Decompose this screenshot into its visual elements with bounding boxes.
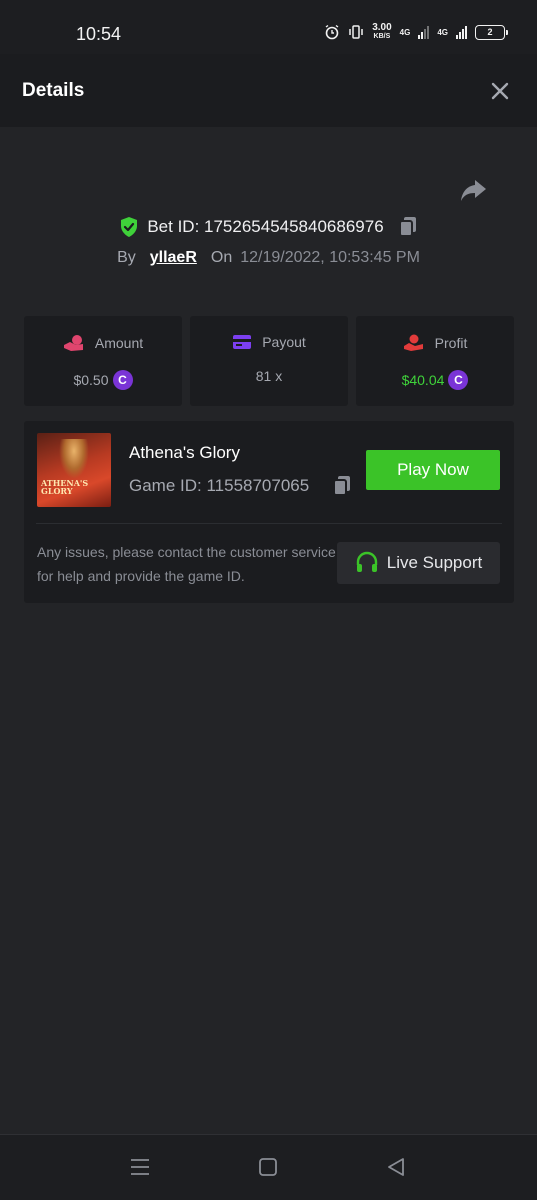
- game-id: Game ID: 11558707065: [129, 476, 310, 495]
- net-speed-unit: KB/S: [373, 33, 391, 40]
- home-square-icon: [259, 1158, 277, 1176]
- headset-icon: [356, 551, 377, 572]
- signal-icon-2: [456, 25, 467, 39]
- menu-nav-button[interactable]: [128, 1155, 152, 1179]
- stat-payout-label: Payout: [262, 334, 306, 350]
- net-speed-value: 3.00: [372, 22, 392, 33]
- vibrate-icon: [349, 25, 363, 39]
- alarm-icon: [325, 24, 339, 40]
- share-button[interactable]: [458, 178, 488, 204]
- net-speed: 3.00 KB/S: [372, 23, 391, 41]
- stat-payout: Payout 81 x: [190, 316, 348, 406]
- stat-profit: Profit $40.04 C: [356, 316, 514, 406]
- status-time: 10:54: [76, 24, 122, 44]
- stat-payout-value: 81 x: [255, 368, 283, 384]
- network-label-1: 4G: [399, 27, 411, 37]
- coin-icon: C: [448, 370, 469, 390]
- home-nav-button[interactable]: [256, 1155, 280, 1179]
- share-icon: [461, 180, 486, 201]
- coin-symbol: C: [454, 373, 463, 387]
- username-link[interactable]: yllaeR: [150, 249, 197, 267]
- status-bar: 10:54 3.00 KB/S 4G 4G 2: [0, 0, 537, 54]
- menu-icon: [131, 1159, 149, 1175]
- divider: [36, 523, 502, 524]
- card-icon: [233, 335, 252, 349]
- stat-amount-label: Amount: [94, 335, 144, 351]
- thumbnail-figure: [59, 439, 89, 479]
- stat-amount-value: $0.50: [73, 372, 109, 388]
- game-card: ATHENA'S GLORY Athena's Glory Game ID: 1…: [24, 421, 514, 603]
- battery-level: 2: [487, 27, 493, 37]
- play-now-button[interactable]: Play Now: [366, 450, 500, 490]
- back-nav-button[interactable]: [384, 1155, 408, 1179]
- game-thumbnail[interactable]: ATHENA'S GLORY: [37, 433, 111, 507]
- stat-profit-label: Profit: [434, 335, 468, 351]
- support-text: Any issues, please contact the customer …: [37, 544, 336, 584]
- live-support-label: Live Support: [386, 553, 483, 572]
- copy-game-id-button[interactable]: [332, 475, 352, 502]
- on-label: On: [210, 249, 233, 266]
- shield-check-icon: [121, 217, 138, 237]
- system-nav-bar: [0, 1134, 537, 1200]
- bet-id-row: Bet ID: 1752654545840686976: [0, 216, 537, 238]
- coin-icon: C: [112, 370, 133, 390]
- close-button[interactable]: [488, 79, 512, 103]
- money-hand-icon: [403, 334, 423, 351]
- live-support-button[interactable]: Live Support: [337, 542, 500, 584]
- close-icon: [491, 82, 509, 100]
- stat-profit-value: $40.04: [401, 372, 445, 388]
- coins-hand-icon: [63, 335, 83, 351]
- stats-row: Amount $0.50 C Payout 81 x Profit $40.04…: [24, 316, 514, 406]
- battery-icon: 2: [475, 24, 508, 40]
- copy-icon: [398, 217, 416, 237]
- header: Details: [0, 54, 537, 127]
- bet-datetime: 12/19/2022, 10:53:45 PM: [240, 249, 420, 266]
- by-row: By yllaeR On 12/19/2022, 10:53:45 PM: [0, 249, 537, 267]
- thumbnail-title: ATHENA'S GLORY: [41, 478, 89, 496]
- network-label-2: 4G: [437, 27, 448, 37]
- bet-id: Bet ID: 1752654545840686976: [147, 217, 384, 236]
- copy-icon: [333, 476, 350, 496]
- back-triangle-icon: [388, 1158, 404, 1176]
- status-icons: 3.00 KB/S 4G 4G 2: [324, 23, 508, 41]
- stat-amount: Amount $0.50 C: [24, 316, 182, 406]
- game-name: Athena's Glory: [129, 443, 240, 462]
- page-title: Details: [22, 80, 85, 101]
- copy-bet-id-button[interactable]: [398, 216, 418, 238]
- by-label: By: [117, 249, 136, 266]
- signal-icon-1: [418, 25, 430, 39]
- coin-symbol: C: [118, 373, 127, 387]
